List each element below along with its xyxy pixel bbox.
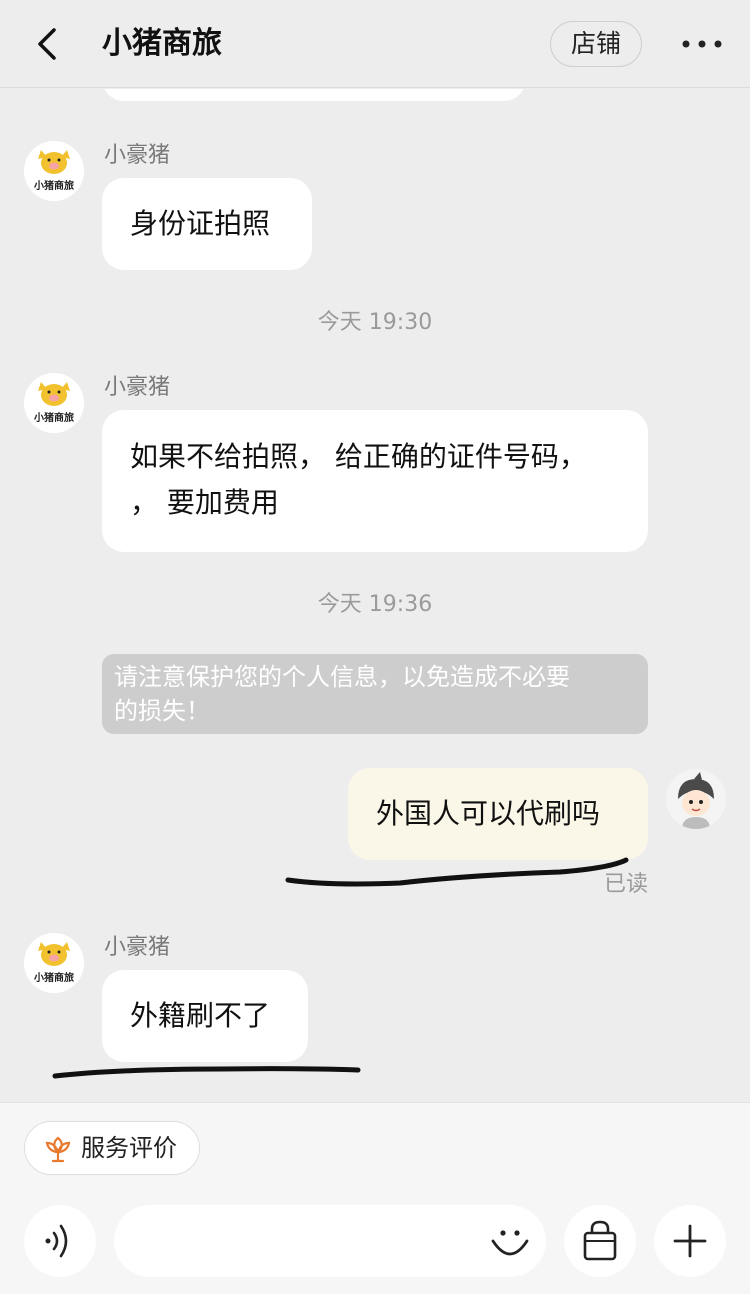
- emoji-button[interactable]: [488, 1219, 532, 1263]
- shopping-bag-icon: [583, 1220, 617, 1261]
- voice-button[interactable]: [24, 1205, 96, 1277]
- message-input[interactable]: [138, 1219, 478, 1263]
- annotation-underline: [52, 857, 629, 1079]
- back-arrow-icon: [38, 28, 56, 60]
- more-dots-icon: [682, 40, 722, 48]
- back-button[interactable]: [30, 24, 70, 64]
- service-review-label: 服务评价: [81, 1134, 177, 1162]
- message-list[interactable]: 小猪商旅 小豪猪 身份证拍照 今天 19:30 小猪商旅 小豪猪 如果不给拍照，…: [0, 89, 750, 1102]
- order-button[interactable]: [564, 1205, 636, 1277]
- more-button[interactable]: [680, 30, 724, 58]
- plus-icon: [673, 1224, 707, 1258]
- message-input-box[interactable]: [114, 1205, 546, 1277]
- input-bar: 服务评价: [0, 1102, 750, 1294]
- emoji-icon: [491, 1230, 529, 1256]
- chat-header: 小猪商旅 店铺: [0, 0, 750, 88]
- flower-icon: [45, 1136, 71, 1163]
- shop-button[interactable]: 店铺: [550, 21, 642, 67]
- voice-icon: [45, 1224, 68, 1258]
- service-review-button[interactable]: 服务评价: [24, 1121, 200, 1175]
- more-actions-button[interactable]: [654, 1205, 726, 1277]
- page-title: 小猪商旅: [102, 26, 222, 61]
